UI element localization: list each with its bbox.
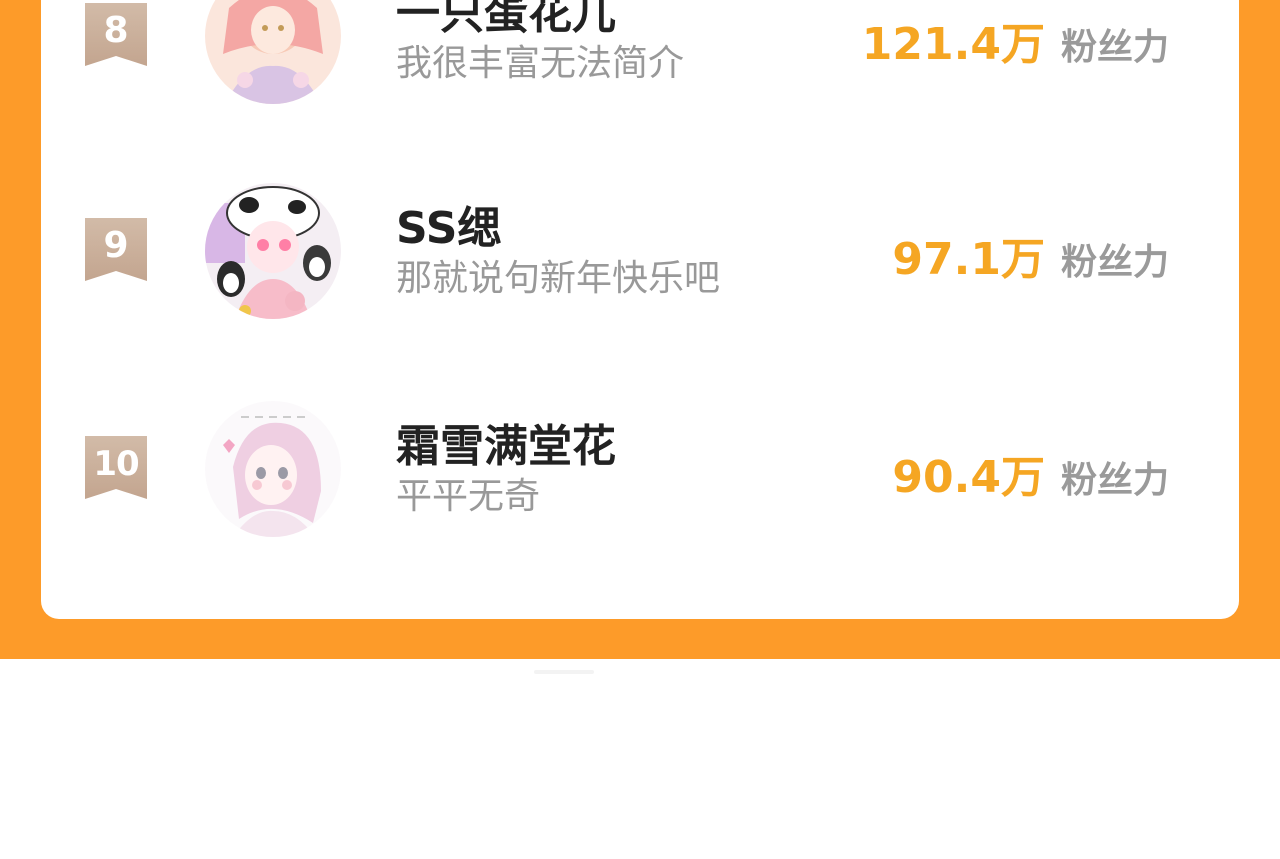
rank-badge: 9 xyxy=(85,218,147,281)
rank-number: 9 xyxy=(103,225,129,266)
score-unit: 粉丝力 xyxy=(1060,460,1169,501)
user-name: SS缌 xyxy=(396,203,502,254)
rank-badge: 8 xyxy=(85,3,147,66)
score-unit: 粉丝力 xyxy=(1060,27,1169,68)
leaderboard-frame: 8 一只蛋花儿 我很丰富无法简介 121.4万 粉丝力 9 SS缌 那就说句新年… xyxy=(0,0,1280,659)
rank-badge: 10 xyxy=(85,436,147,499)
fan-power-score: 90.4万 粉丝力 xyxy=(892,441,1169,505)
score-unit: 粉丝力 xyxy=(1060,242,1169,283)
leaderboard-row[interactable]: 10 霜雪满堂花 平平无奇 90.4万 粉丝力 xyxy=(41,401,1239,541)
user-name: 霜雪满堂花 xyxy=(396,421,616,472)
score-value: 121.4万 xyxy=(861,19,1045,70)
avatar[interactable] xyxy=(205,0,341,104)
score-value: 97.1万 xyxy=(892,234,1045,285)
rank-number: 10 xyxy=(93,444,139,484)
avatar[interactable] xyxy=(205,183,341,319)
leaderboard-row[interactable]: 9 SS缌 那就说句新年快乐吧 97.1万 粉丝力 xyxy=(41,183,1239,323)
rank-number: 8 xyxy=(103,10,129,51)
fan-power-score: 97.1万 粉丝力 xyxy=(892,223,1169,287)
avatar[interactable] xyxy=(205,401,341,537)
fan-power-score: 121.4万 粉丝力 xyxy=(862,8,1169,72)
user-description: 我很丰富无法简介 xyxy=(396,43,685,84)
score-value: 90.4万 xyxy=(892,452,1045,503)
home-indicator xyxy=(534,670,594,674)
user-name: 一只蛋花儿 xyxy=(396,0,616,39)
leaderboard-row[interactable]: 8 一只蛋花儿 我很丰富无法简介 121.4万 粉丝力 xyxy=(41,0,1239,108)
user-description: 平平无奇 xyxy=(396,476,541,517)
leaderboard-card: 8 一只蛋花儿 我很丰富无法简介 121.4万 粉丝力 9 SS缌 那就说句新年… xyxy=(41,0,1239,619)
user-description: 那就说句新年快乐吧 xyxy=(396,258,721,299)
